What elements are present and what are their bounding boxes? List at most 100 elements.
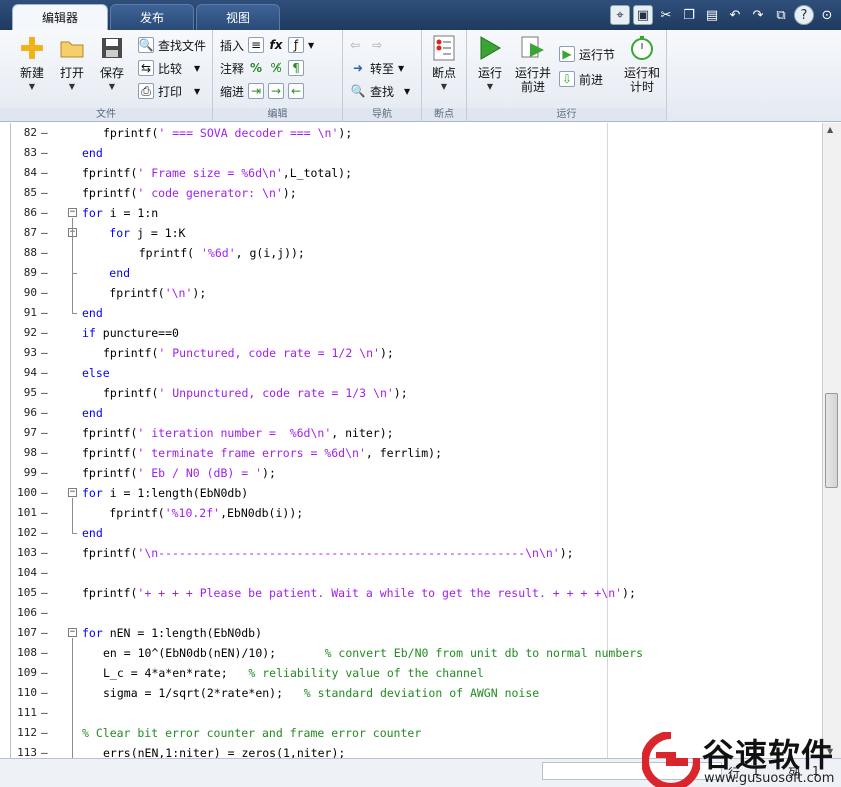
tab-publish[interactable]: 发布 bbox=[110, 4, 194, 30]
code-line[interactable]: 95 — fprintf(' Unpunctured, code rate = 1/… bbox=[11, 383, 822, 403]
tab-editor[interactable]: 编辑器 bbox=[12, 4, 108, 30]
code-line[interactable]: 111 — bbox=[11, 703, 822, 723]
back-arrow-icon[interactable]: ⇦ bbox=[350, 38, 360, 52]
increase-indent-icon[interactable]: → bbox=[268, 83, 285, 99]
breakpoint-dash-icon[interactable]: — bbox=[41, 343, 48, 363]
breakpoint-dash-icon[interactable]: — bbox=[41, 643, 48, 663]
code-line[interactable]: 96 — end bbox=[11, 403, 822, 423]
run-button[interactable]: 运行 ▼ bbox=[470, 34, 510, 91]
breakpoint-dash-icon[interactable]: — bbox=[41, 423, 48, 443]
switch-windows-icon[interactable]: ⧉ bbox=[771, 5, 791, 25]
copy-icon[interactable]: ❐ bbox=[679, 5, 699, 25]
scrollbar-thumb[interactable] bbox=[825, 393, 838, 488]
code-editor[interactable]: 82— fprintf(' === SOVA decoder === \n'); 8… bbox=[10, 123, 822, 758]
breakpoints-button[interactable]: 断点 ▼ bbox=[424, 34, 464, 91]
compare-button[interactable]: ⇆ 比较 ▼ bbox=[138, 58, 200, 78]
forward-arrow-icon[interactable]: ⇨ bbox=[372, 38, 382, 52]
breakpoint-dash-icon[interactable]: — bbox=[41, 123, 48, 143]
fold-toggle-icon[interactable]: − bbox=[68, 208, 77, 217]
breakpoint-dash-icon[interactable]: — bbox=[41, 223, 48, 243]
indent-button[interactable]: 缩进 ⇥ → ← bbox=[220, 81, 305, 101]
breakpoint-dash-icon[interactable]: — bbox=[41, 603, 48, 623]
fold-toggle-icon[interactable]: − bbox=[68, 628, 77, 637]
tab-view[interactable]: 视图 bbox=[196, 4, 280, 30]
code-line[interactable]: 108 — en = 10^(EbN0db(nEN)/10); % convert … bbox=[11, 643, 822, 663]
insert-function-icon[interactable]: ƒ bbox=[288, 37, 305, 53]
help-icon[interactable]: ? bbox=[794, 5, 814, 25]
run-section-button[interactable]: ▶ 运行节 bbox=[559, 44, 615, 64]
code-line[interactable]: 85 — fprintf(' code generator: \n'); bbox=[11, 183, 822, 203]
breakpoint-dash-icon[interactable]: — bbox=[41, 243, 48, 263]
code-line[interactable]: 90 — fprintf('\n'); bbox=[11, 283, 822, 303]
shortcut-icon[interactable]: ⌖ bbox=[610, 5, 630, 25]
save-quick-icon[interactable]: ▣ bbox=[633, 5, 653, 25]
breakpoint-dash-icon[interactable]: — bbox=[41, 703, 48, 723]
breakpoint-dash-icon[interactable]: — bbox=[41, 203, 48, 223]
run-and-time-button[interactable]: 运行和 计时 bbox=[621, 34, 663, 94]
code-line[interactable]: 84 — fprintf(' Frame size = %6d\n',L_total… bbox=[11, 163, 822, 183]
decrease-indent-icon[interactable]: ← bbox=[288, 83, 305, 99]
code-line[interactable]: 109 — L_c = 4*a*en*rate; % reliability val… bbox=[11, 663, 822, 683]
code-line[interactable]: 92 — if puncture==0 bbox=[11, 323, 822, 343]
code-line[interactable]: 91 — end bbox=[11, 303, 822, 323]
code-line[interactable]: 98 — fprintf(' terminate frame errors = %6… bbox=[11, 443, 822, 463]
percent-icon[interactable]: % bbox=[248, 60, 264, 76]
code-line[interactable]: 110 — sigma = 1/sqrt(2*rate*en); % standar… bbox=[11, 683, 822, 703]
fx-icon[interactable]: fx bbox=[268, 37, 284, 53]
options-menu-icon[interactable]: ⊙ bbox=[817, 5, 837, 25]
cut-icon[interactable]: ✂ bbox=[656, 5, 676, 25]
advance-button[interactable]: ⇩ 前进 bbox=[559, 69, 603, 89]
breakpoint-dash-icon[interactable]: — bbox=[41, 543, 48, 563]
print-button[interactable]: ⎙ 打印 ▼ bbox=[138, 81, 200, 101]
breakpoint-dash-icon[interactable]: — bbox=[41, 143, 48, 163]
code-line[interactable]: 101 — fprintf('%10.2f',EbN0db(i)); bbox=[11, 503, 822, 523]
code-line[interactable]: 106 — bbox=[11, 603, 822, 623]
code-line[interactable]: 99 — fprintf(' Eb / N0 (dB) = '); bbox=[11, 463, 822, 483]
breakpoint-dash-icon[interactable]: — bbox=[41, 463, 48, 483]
scroll-up-arrow-icon[interactable]: ▲ bbox=[827, 125, 833, 134]
code-line[interactable]: 103 — fprintf('\n-------------------------… bbox=[11, 543, 822, 563]
code-line[interactable]: 102 — end bbox=[11, 523, 822, 543]
run-and-advance-button[interactable]: 运行并 前进 bbox=[512, 34, 554, 94]
breakpoint-dash-icon[interactable]: — bbox=[41, 743, 48, 758]
code-line[interactable]: 104 — bbox=[11, 563, 822, 583]
breakpoint-dash-icon[interactable]: — bbox=[41, 263, 48, 283]
code-line[interactable]: 83 — end bbox=[11, 143, 822, 163]
breakpoint-dash-icon[interactable]: — bbox=[41, 383, 48, 403]
insert-button[interactable]: 插入 ≡ fx ƒ ▼ bbox=[220, 35, 314, 55]
code-line[interactable]: 97 — fprintf(' iteration number = %6d\n', … bbox=[11, 423, 822, 443]
breakpoint-dash-icon[interactable]: — bbox=[41, 523, 48, 543]
code-line[interactable]: 89 — end bbox=[11, 263, 822, 283]
breakpoint-dash-icon[interactable]: — bbox=[41, 403, 48, 423]
breakpoint-dash-icon[interactable]: — bbox=[41, 323, 48, 343]
code-line[interactable]: 87—−for j = 1:K bbox=[11, 223, 822, 243]
breakpoint-dash-icon[interactable]: — bbox=[41, 363, 48, 383]
breakpoint-dash-icon[interactable]: — bbox=[41, 683, 48, 703]
code-line[interactable]: 82 — fprintf(' === SOVA decoder === \n'); bbox=[11, 123, 822, 143]
breakpoint-dash-icon[interactable]: — bbox=[41, 183, 48, 203]
breakpoint-dash-icon[interactable]: — bbox=[41, 723, 48, 743]
open-button[interactable]: 打开 ▼ bbox=[52, 34, 92, 91]
breakpoint-dash-icon[interactable]: — bbox=[41, 563, 48, 583]
breakpoint-dash-icon[interactable]: — bbox=[41, 583, 48, 603]
code-line[interactable]: 107 — − for nEN = 1:length(EbN0db) bbox=[11, 623, 822, 643]
uncomment-icon[interactable]: %̸ bbox=[268, 60, 284, 76]
goto-button[interactable]: ➜ 转至 ▼ bbox=[350, 58, 404, 78]
vertical-scrollbar[interactable]: ▲ ▼ bbox=[822, 123, 841, 758]
breakpoint-dash-icon[interactable]: — bbox=[41, 283, 48, 303]
smart-indent-icon[interactable]: ⇥ bbox=[248, 83, 265, 99]
find-files-button[interactable]: 🔍 查找文件 bbox=[138, 35, 206, 55]
back-forward-buttons[interactable]: ⇦ ⇨ bbox=[350, 35, 382, 55]
code-line[interactable]: 88 — fprintf( '%6d', g(i,j)); bbox=[11, 243, 822, 263]
code-line[interactable]: 105 — fprintf('+ + + + Please be patient. … bbox=[11, 583, 822, 603]
breakpoint-dash-icon[interactable]: — bbox=[41, 443, 48, 463]
paste-icon[interactable]: ▤ bbox=[702, 5, 722, 25]
redo-icon[interactable]: ↷ bbox=[748, 5, 768, 25]
undo-icon[interactable]: ↶ bbox=[725, 5, 745, 25]
code-line[interactable]: 93 — fprintf(' Punctured, code rate = 1/2 … bbox=[11, 343, 822, 363]
save-button[interactable]: 保存 ▼ bbox=[92, 34, 132, 91]
breakpoint-dash-icon[interactable]: — bbox=[41, 163, 48, 183]
breakpoint-dash-icon[interactable]: — bbox=[41, 303, 48, 323]
breakpoint-dash-icon[interactable]: — bbox=[41, 503, 48, 523]
new-button[interactable]: 新建 ▼ bbox=[12, 34, 52, 91]
